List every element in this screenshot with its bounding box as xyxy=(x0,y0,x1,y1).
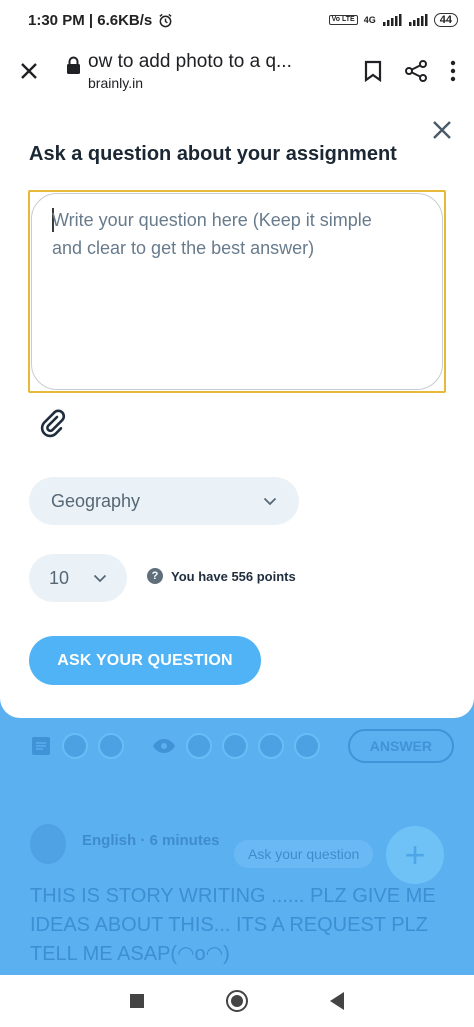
ask-question-modal: Ask a question about your assignment Wri… xyxy=(0,102,474,718)
status-right: Vo LTE 4G 44 xyxy=(328,13,458,27)
status-time-speed: 1:30 PM | 6.6KB/s xyxy=(28,11,153,29)
question-textarea[interactable]: Write your question here (Keep it simple… xyxy=(31,193,443,390)
status-bar: 1:30 PM | 6.6KB/s Vo LTE 4G 44 xyxy=(0,0,474,40)
user-avatar xyxy=(222,733,248,759)
page-domain: brainly.in xyxy=(88,75,143,91)
secure-lock[interactable] xyxy=(58,56,88,74)
add-question-fab[interactable]: + xyxy=(386,826,444,884)
feed-actions-row: ANSWER xyxy=(30,728,454,764)
share-icon[interactable] xyxy=(404,59,428,83)
home-button[interactable] xyxy=(226,990,248,1012)
battery-icon: 44 xyxy=(433,13,458,27)
modal-title: Ask a question about your assignment xyxy=(29,143,397,165)
question-input[interactable]: Write your question here (Keep it simple… xyxy=(28,190,446,393)
user-avatar xyxy=(98,733,124,759)
author-avatar xyxy=(30,824,66,864)
bookmark-icon[interactable] xyxy=(364,60,382,82)
attach-file-button[interactable] xyxy=(38,408,68,443)
close-tab-button[interactable] xyxy=(0,62,58,80)
status-left: 1:30 PM | 6.6KB/s xyxy=(28,12,173,29)
question-placeholder: Write your question here (Keep it simple… xyxy=(52,210,372,258)
user-avatar xyxy=(294,733,320,759)
close-icon xyxy=(433,121,451,139)
toolbar-actions xyxy=(344,59,474,83)
close-icon xyxy=(21,63,37,79)
back-button[interactable] xyxy=(330,992,344,1010)
answer-button[interactable]: ANSWER xyxy=(347,729,454,763)
volte-icon: Vo LTE xyxy=(328,15,358,25)
recent-apps-button[interactable] xyxy=(130,994,144,1008)
ask-question-pill[interactable]: Ask your question xyxy=(234,840,374,868)
points-value: 10 xyxy=(49,567,70,588)
eye-icon xyxy=(153,739,175,753)
chevron-down-icon xyxy=(93,574,107,582)
page-title: ow to add photo to a q... xyxy=(88,51,292,72)
signal-icon xyxy=(382,14,402,26)
signal-icon-2 xyxy=(408,14,428,26)
points-dropdown[interactable]: 10 xyxy=(29,554,127,602)
network-type: 4G xyxy=(363,15,376,25)
points-balance: You have 556 points xyxy=(171,568,296,584)
user-avatar xyxy=(62,733,88,759)
more-options-icon[interactable] xyxy=(450,60,456,82)
url-area[interactable]: ow to add photo to a q... brainly.in xyxy=(88,51,344,91)
ask-question-button[interactable]: ASK YOUR QUESTION xyxy=(29,636,261,685)
subject-value: Geography xyxy=(51,490,141,511)
subject-dropdown[interactable]: Geography xyxy=(29,477,299,525)
system-nav-bar xyxy=(0,975,474,1027)
question-meta: English · 6 minutes xyxy=(82,832,220,849)
lock-icon xyxy=(66,56,80,74)
question-text: THIS IS STORY WRITING ...... PLZ GIVE ME… xyxy=(30,885,436,965)
alarm-icon xyxy=(159,13,172,27)
user-avatar xyxy=(258,733,284,759)
help-icon[interactable]: ? xyxy=(147,568,163,584)
points-info: ? You have 556 points xyxy=(147,568,296,584)
browser-toolbar: ow to add photo to a q... brainly.in xyxy=(0,40,474,102)
user-avatar xyxy=(186,733,212,759)
paperclip-icon xyxy=(40,409,66,438)
home-icon xyxy=(231,995,243,1007)
chevron-down-icon xyxy=(263,497,277,505)
modal-close-button[interactable] xyxy=(432,120,452,145)
doc-icon xyxy=(32,737,50,755)
